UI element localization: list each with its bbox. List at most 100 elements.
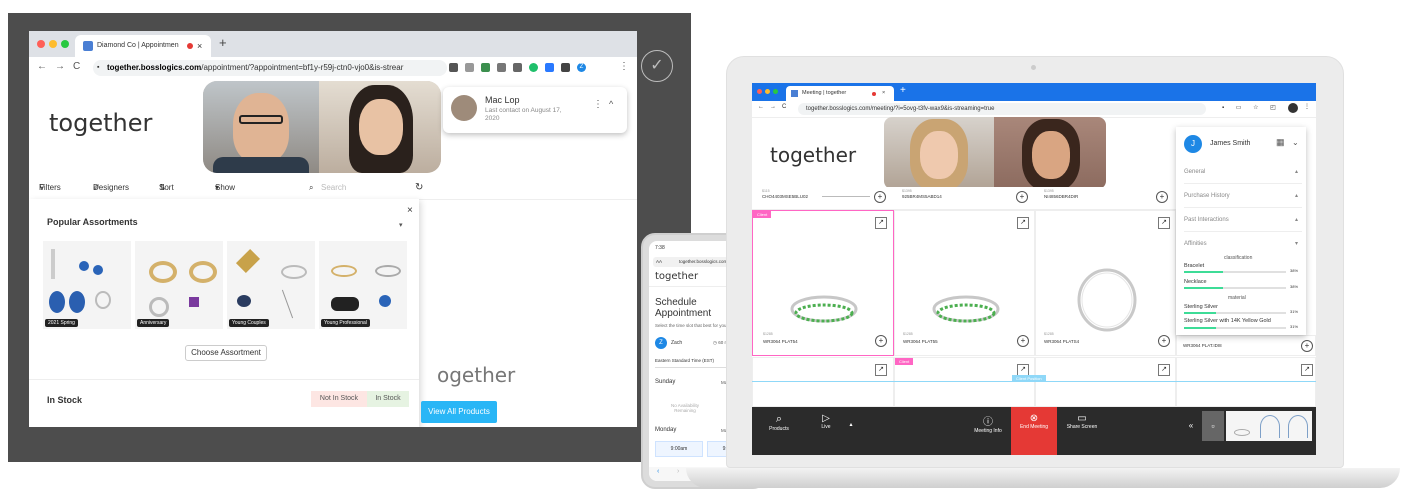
product-card-selected[interactable]: Client ↗ $1285 WR3064 PLAT54 + — [752, 210, 894, 356]
puzzle-icon[interactable] — [561, 63, 570, 72]
text-size-icon[interactable]: AA — [656, 257, 662, 267]
minimize-window-icon[interactable] — [765, 89, 770, 94]
add-product-icon[interactable]: + — [1017, 335, 1029, 347]
product-card[interactable]: ↗ — [1035, 357, 1176, 407]
divider — [29, 379, 419, 380]
affinity-fill — [1184, 271, 1223, 273]
section-label: Purchase History — [1184, 193, 1230, 199]
caret-up-icon[interactable]: ▴ — [848, 421, 854, 428]
collapse-card-icon[interactable]: ^ — [609, 99, 613, 109]
back-icon[interactable]: ← — [37, 61, 47, 72]
chevron-down-icon[interactable]: ⌄ — [1292, 138, 1299, 147]
url-field[interactable]: ▪ together.bosslogics.com/appointment/?a… — [93, 60, 447, 76]
in-stock-button[interactable]: In Stock — [367, 391, 409, 407]
expand-icon[interactable]: ↗ — [875, 217, 887, 229]
add-product-icon[interactable]: + — [1301, 340, 1313, 352]
browser-tab[interactable]: Diamond Co | Appointmen × — [75, 35, 211, 57]
products-control[interactable]: ⌕ Products — [764, 413, 794, 432]
section-past-interactions[interactable]: Past Interactions ▴ — [1184, 209, 1302, 232]
lock-icon: ▪ — [97, 64, 100, 71]
product-card[interactable]: ↗ $1285 WR3064 PLAT55 + — [894, 210, 1035, 356]
expand-icon[interactable]: ↗ — [1158, 364, 1170, 376]
back-icon[interactable]: ← — [758, 104, 764, 110]
assortment-tile[interactable]: Young Couples — [227, 241, 315, 329]
phone-url: together.bosslogics.com — [679, 259, 728, 264]
card-menu-icon[interactable]: ⋮ — [593, 99, 603, 110]
expand-icon[interactable]: ↗ — [875, 364, 887, 376]
day-label: Sunday — [655, 379, 676, 385]
section-general[interactable]: General ▴ — [1184, 161, 1302, 184]
back-icon[interactable]: ‹ — [657, 468, 659, 475]
maximize-window-icon[interactable] — [773, 89, 778, 94]
assortment-tile[interactable]: Anniversary — [135, 241, 223, 329]
close-window-icon[interactable] — [757, 89, 762, 94]
share-screen-control[interactable]: ▭ Share Screen — [1062, 413, 1102, 430]
info-icon: ⓘ — [983, 417, 993, 428]
add-product-icon[interactable]: + — [1156, 191, 1168, 203]
not-in-stock-button[interactable]: Not In Stock — [311, 391, 367, 407]
browser-tab[interactable]: Meeting | together × — [786, 86, 894, 101]
choose-assortment-button[interactable]: Choose Assortment — [185, 345, 267, 361]
refresh-icon[interactable]: ↻ — [415, 177, 423, 199]
section-purchase-history[interactable]: Purchase History ▴ — [1184, 185, 1302, 208]
add-product-icon[interactable]: + — [875, 335, 887, 347]
browser-menu-icon[interactable]: ⋮ — [1304, 103, 1310, 110]
add-product-icon[interactable]: + — [1016, 191, 1028, 203]
reload-icon[interactable]: C — [782, 104, 786, 110]
favicon-icon — [83, 41, 93, 51]
product-card[interactable]: Client ↗ — [894, 357, 1035, 407]
view-all-products-button[interactable]: View All Products — [421, 401, 497, 423]
timezone-value: Eastern Standard Time (EST) — [655, 358, 715, 363]
new-tab-button[interactable]: + — [900, 85, 906, 96]
shared-product-thumbnails[interactable] — [1226, 411, 1312, 441]
browser-menu-icon[interactable]: ⋮ — [619, 61, 629, 72]
extension-icon[interactable] — [513, 63, 522, 72]
expand-icon[interactable]: ↗ — [1017, 217, 1029, 229]
section-affinities[interactable]: Affinities ▾ — [1184, 233, 1302, 255]
end-meeting-button[interactable]: ⊗ End Meeting — [1011, 407, 1057, 455]
expand-icon[interactable]: ↗ — [1301, 364, 1313, 376]
product-card[interactable]: ↗ — [1176, 357, 1316, 407]
minimize-window-icon[interactable] — [49, 40, 57, 48]
live-control[interactable]: ▷ Live — [814, 413, 838, 430]
forward-icon[interactable]: › — [677, 468, 679, 475]
panel-caret-icon[interactable]: ▾ — [399, 221, 403, 229]
extension-icon[interactable] — [529, 63, 538, 72]
assortment-tile[interactable]: Young Professional — [319, 241, 407, 329]
close-tab-icon[interactable]: × — [197, 35, 202, 57]
affinity-label: Sterling Silver — [1184, 304, 1218, 310]
bracelet-preview — [822, 196, 870, 197]
camera-icon[interactable] — [449, 63, 458, 72]
star-icon[interactable] — [465, 63, 474, 72]
expand-icon[interactable]: ↗ — [1158, 217, 1170, 229]
collapse-tray-icon[interactable]: « — [1186, 421, 1196, 430]
extension-icon[interactable] — [497, 63, 506, 72]
profile-avatar[interactable]: Z — [577, 63, 586, 72]
affinity-label: Necklace — [1184, 279, 1207, 285]
time-slot-button[interactable]: 9:00am — [655, 441, 703, 457]
calendar-icon[interactable]: ▦ — [1276, 137, 1285, 148]
meeting-info-control[interactable]: ⓘ Meeting Info — [970, 413, 1006, 434]
product-card[interactable]: WR3064 PLAT.IDI8 + — [1176, 335, 1316, 356]
close-tab-icon[interactable]: × — [882, 86, 885, 101]
new-tab-button[interactable]: + — [219, 35, 227, 50]
product-card[interactable]: ↗ — [752, 357, 894, 407]
profile-avatar[interactable] — [1288, 103, 1298, 113]
add-product-icon[interactable]: + — [1158, 335, 1170, 347]
close-window-icon[interactable] — [37, 40, 45, 48]
assortment-tile[interactable]: 2021 Spring — [43, 241, 131, 329]
recording-icon — [187, 43, 193, 49]
reload-icon[interactable]: C — [73, 61, 80, 72]
search-input[interactable]: Search — [321, 177, 346, 199]
cart-icon[interactable]: ▫ — [1202, 411, 1224, 441]
maximize-window-icon[interactable] — [61, 40, 69, 48]
close-panel-icon[interactable]: × — [407, 205, 413, 216]
forward-icon[interactable]: → — [55, 61, 65, 72]
extension-icon[interactable] — [481, 63, 490, 72]
add-product-icon[interactable]: + — [874, 191, 886, 203]
download-icon[interactable] — [545, 63, 554, 72]
product-card[interactable]: ↗ $1285 WR3064 PLATS4 + — [1035, 210, 1176, 356]
url-field[interactable]: together.bosslogics.com/meeting/?i=5ovg-… — [798, 103, 1206, 115]
browser-extension-icons[interactable]: ▪ ▭ ☆ ◰ — [1222, 104, 1281, 111]
forward-icon[interactable]: → — [770, 104, 776, 110]
